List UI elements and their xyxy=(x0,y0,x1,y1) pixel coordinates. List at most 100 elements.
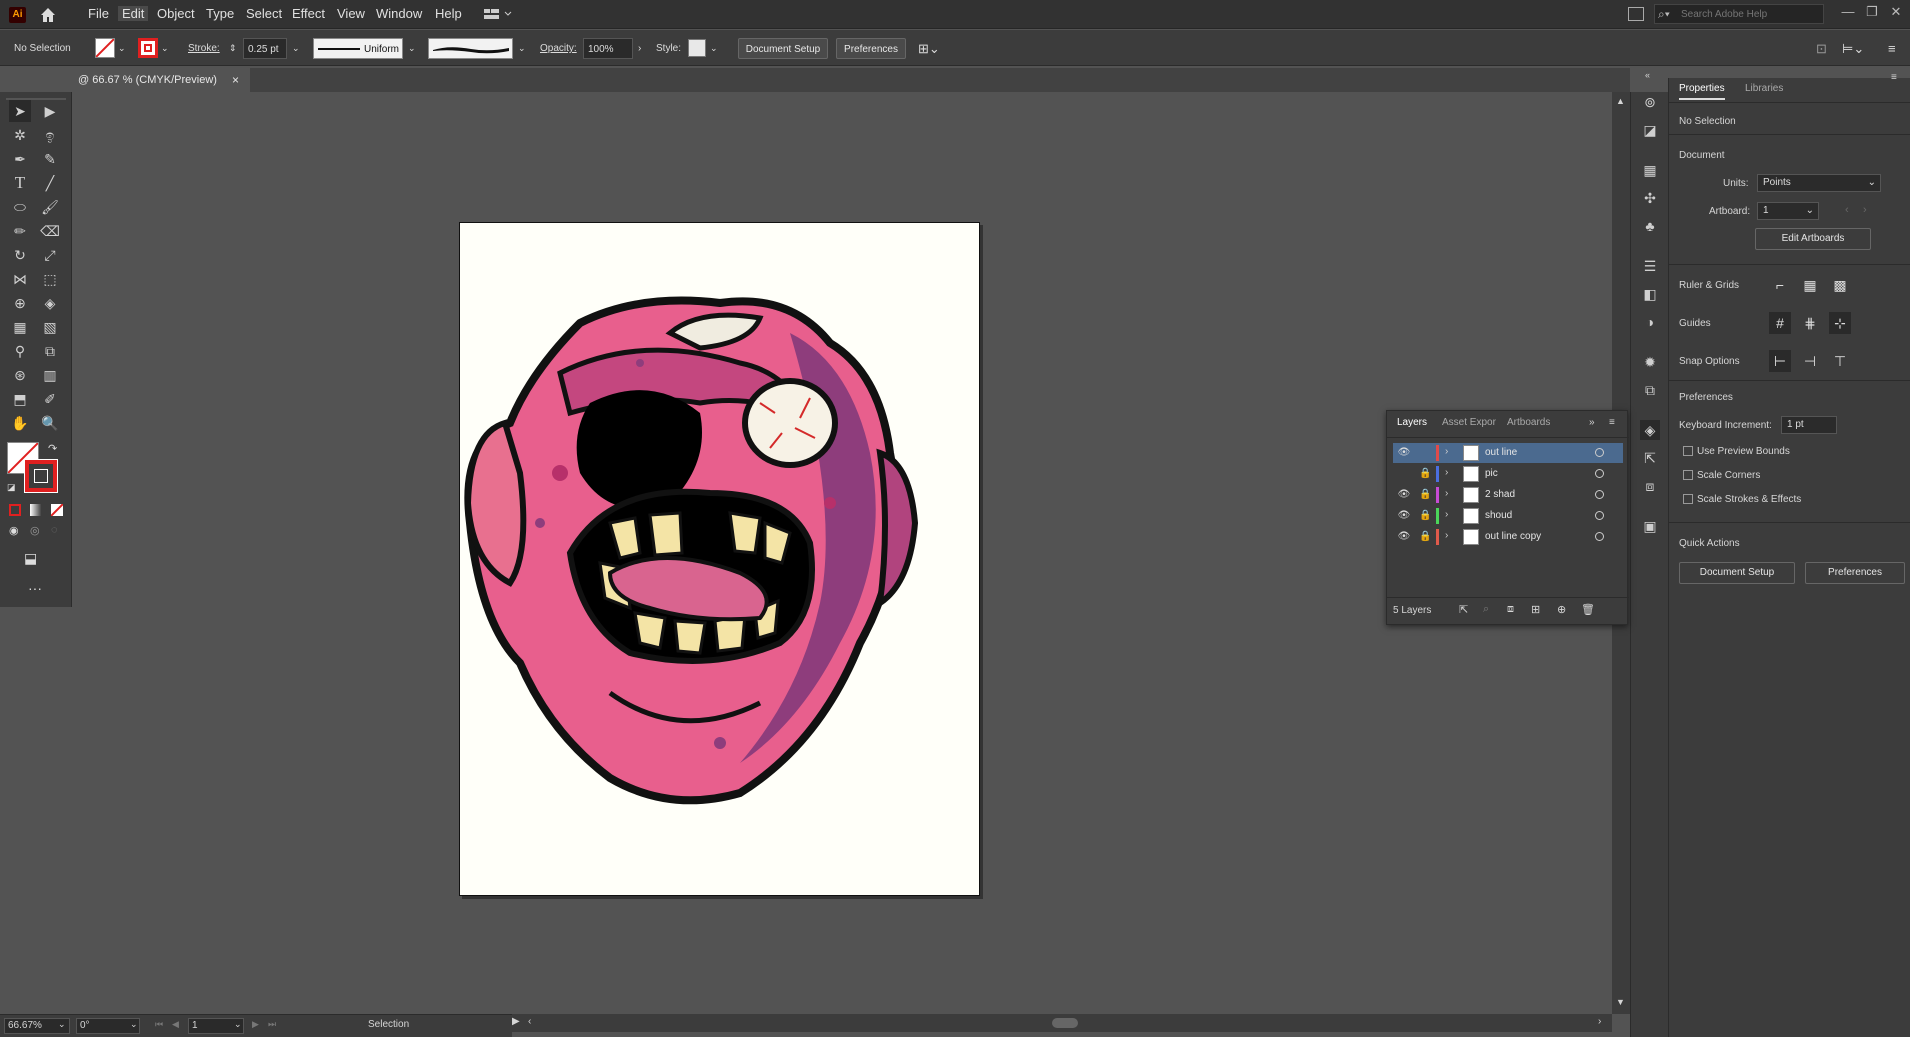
layer-target-icon[interactable] xyxy=(1595,532,1604,541)
visibility-eye-icon[interactable]: 👁 xyxy=(1397,530,1411,544)
next-artboard-icon[interactable]: › xyxy=(1863,204,1867,216)
layer-name[interactable]: pic xyxy=(1485,468,1498,479)
opacity-arrow-icon[interactable]: › xyxy=(638,38,641,59)
live-paint-bucket-icon[interactable]: ◈ xyxy=(39,292,61,314)
lock-icon[interactable]: 🔒 xyxy=(1419,530,1431,544)
lock-icon[interactable]: 🔒 xyxy=(1419,509,1431,523)
variable-width-profile[interactable]: Uniform xyxy=(313,38,403,59)
menu-type[interactable]: Type xyxy=(206,6,234,21)
layer-name[interactable]: out line xyxy=(1485,447,1517,458)
layers-menu-icon[interactable]: ≡ xyxy=(1609,417,1615,428)
slice-tool-icon[interactable]: ✐ xyxy=(39,388,61,410)
home-icon[interactable] xyxy=(38,5,58,25)
scroll-thumb[interactable] xyxy=(1052,1018,1078,1028)
scroll-left-icon[interactable]: ‹ xyxy=(528,1016,531,1027)
collapse-strip-icon[interactable]: « xyxy=(1645,70,1650,80)
visibility-eye-icon[interactable]: 👁 xyxy=(1397,488,1411,502)
layer-name[interactable]: shoud xyxy=(1485,510,1512,521)
shaper-tool-icon[interactable]: ✏ xyxy=(9,220,31,242)
eraser-tool-icon[interactable]: ⌫ xyxy=(39,220,61,242)
close-window-icon[interactable]: ✕ xyxy=(1886,4,1906,24)
lock-guides-icon[interactable]: ⋕ xyxy=(1799,312,1821,334)
minimize-icon[interactable]: — xyxy=(1838,4,1858,24)
stroke-swatch[interactable] xyxy=(138,38,158,58)
menu-file[interactable]: File xyxy=(88,6,109,21)
blend-tool-icon[interactable]: ⧉ xyxy=(39,340,61,362)
width-tool-icon[interactable]: ⋈ xyxy=(9,268,31,290)
layer-name[interactable]: 2 shad xyxy=(1485,489,1515,500)
layers-icon[interactable]: ◈ xyxy=(1640,420,1660,440)
use-preview-bounds-checkbox[interactable] xyxy=(1683,446,1693,456)
scroll-down-icon[interactable]: ▼ xyxy=(1616,997,1625,1007)
snap-to-point-icon[interactable]: ⊢ xyxy=(1769,350,1791,372)
default-colors-icon[interactable]: ◪ xyxy=(7,482,16,493)
artboard-dropdown-icon[interactable]: ⌄ xyxy=(234,1019,242,1030)
stroke-color-swatch[interactable] xyxy=(24,459,58,493)
quick-preferences-button[interactable]: Preferences xyxy=(1805,562,1905,584)
workspace-switcher-icon[interactable] xyxy=(483,6,513,22)
artboard-select[interactable]: 1 ⌄ xyxy=(1757,202,1819,220)
appearance-icon[interactable]: ✹ xyxy=(1640,352,1660,372)
search-input[interactable] xyxy=(1681,7,1821,21)
quick-document-setup-button[interactable]: Document Setup xyxy=(1679,562,1795,584)
panel-menu-icon[interactable]: ≡ xyxy=(1888,38,1896,59)
menu-select[interactable]: Select xyxy=(246,6,282,21)
layer-row[interactable]: 👁 🔒 › 2 shad xyxy=(1393,485,1623,505)
ellipse-tool-icon[interactable]: ⬭ xyxy=(9,196,31,218)
swap-colors-icon[interactable]: ↷ xyxy=(48,442,57,455)
layer-target-icon[interactable] xyxy=(1595,490,1604,499)
document-setup-button[interactable]: Document Setup xyxy=(738,38,828,59)
artboard-tool-icon[interactable]: ⬒ xyxy=(9,388,31,410)
snap-to-glyph-icon[interactable]: ⊤ xyxy=(1829,350,1851,372)
tab-artboards[interactable]: Artboards xyxy=(1507,417,1550,428)
horizontal-scrollbar[interactable]: ▶ ‹ › xyxy=(512,1014,1612,1032)
magic-wand-tool-icon[interactable]: ✲ xyxy=(9,124,31,146)
gradient-mode-icon[interactable] xyxy=(30,504,42,516)
make-clipping-mask-icon[interactable]: ⧈ xyxy=(1507,603,1514,616)
tab-asset-export[interactable]: Asset Expor xyxy=(1442,417,1496,428)
keyboard-increment-input[interactable]: 1 pt xyxy=(1781,416,1837,434)
graphic-style-swatch[interactable] xyxy=(688,39,706,57)
delete-layer-icon[interactable]: 🗑 xyxy=(1581,603,1595,616)
stroke-stepper-icon[interactable]: ⇕ xyxy=(229,38,237,59)
draw-inside-icon[interactable]: ◌ xyxy=(51,524,58,536)
brush-dropdown-icon[interactable]: ⌄ xyxy=(518,38,526,59)
next-artboard-icon[interactable]: ▶ xyxy=(252,1019,259,1030)
search-box[interactable]: ⌕▾ xyxy=(1654,4,1824,24)
type-tool-icon[interactable]: T xyxy=(9,172,31,194)
snap-to-pixel-icon[interactable]: ⊣ xyxy=(1799,350,1821,372)
direct-selection-tool-icon[interactable]: ▶ xyxy=(39,100,61,122)
fill-swatch[interactable] xyxy=(95,38,115,58)
brushes-icon[interactable]: ✣ xyxy=(1640,188,1660,208)
graphic-styles-icon[interactable]: ⧉ xyxy=(1640,380,1660,400)
artboard[interactable] xyxy=(459,222,980,896)
column-graph-tool-icon[interactable]: ▥ xyxy=(39,364,61,386)
tab-properties[interactable]: Properties xyxy=(1679,78,1725,100)
color-guide-icon[interactable]: ◪ xyxy=(1640,120,1660,140)
layer-target-icon[interactable] xyxy=(1595,469,1604,478)
rulers-icon[interactable]: ⌐ xyxy=(1769,274,1791,296)
last-artboard-icon[interactable]: ⏭ xyxy=(268,1019,276,1030)
zoom-tool-icon[interactable]: 🔍 xyxy=(39,412,61,434)
color-panel-icon[interactable]: ⊚ xyxy=(1640,92,1660,112)
stroke-weight-dropdown-icon[interactable]: ⌄ xyxy=(292,38,300,59)
first-artboard-icon[interactable]: ⏮ xyxy=(155,1019,163,1030)
stroke-panel-icon[interactable]: ☰ xyxy=(1640,256,1660,276)
layer-row[interactable]: 🔒 › pic xyxy=(1393,464,1623,484)
layer-row[interactable]: 👁 🔒 › shoud xyxy=(1393,506,1623,526)
none-mode-icon[interactable] xyxy=(50,503,64,517)
opacity-input[interactable]: 100% xyxy=(583,38,633,59)
profile-dropdown-icon[interactable]: ⌄ xyxy=(408,38,416,59)
rotate-tool-icon[interactable]: ↻ xyxy=(9,244,31,266)
lock-icon[interactable]: 🔒 xyxy=(1419,488,1431,502)
panel-options-icon[interactable]: ≡ xyxy=(1891,72,1897,83)
scroll-right-end-icon[interactable]: › xyxy=(1598,1016,1601,1027)
expand-layer-icon[interactable]: › xyxy=(1445,509,1448,520)
menu-window[interactable]: Window xyxy=(376,6,422,21)
cc-libraries-icon[interactable]: ▣ xyxy=(1640,516,1660,536)
locate-object-icon[interactable]: ⌕ xyxy=(1483,603,1489,616)
transform-icon[interactable]: ⊡ xyxy=(1816,38,1827,59)
stroke-weight-input[interactable]: 0.25 pt xyxy=(243,38,287,59)
symbol-sprayer-tool-icon[interactable]: ⊛ xyxy=(9,364,31,386)
stroke-dropdown-icon[interactable]: ⌄ xyxy=(161,38,169,59)
